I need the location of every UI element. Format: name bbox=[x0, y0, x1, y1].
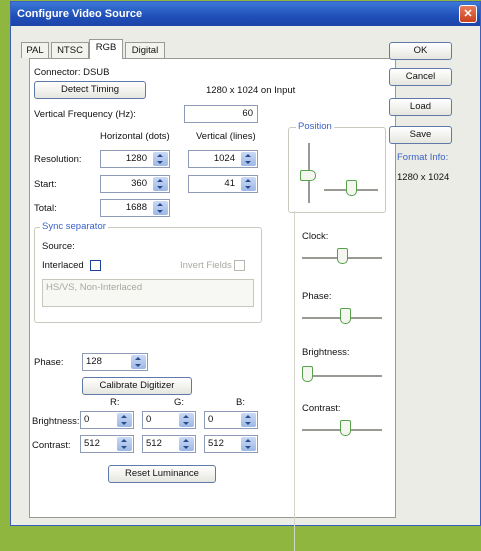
format-info-value: 1280 x 1024 bbox=[397, 172, 450, 183]
spin-arrows-icon[interactable] bbox=[153, 177, 168, 191]
tab-ntsc[interactable]: NTSC bbox=[51, 42, 89, 58]
close-button[interactable]: ✕ bbox=[459, 5, 477, 23]
clock-label: Clock: bbox=[302, 231, 329, 242]
brightness-slider-label: Brightness: bbox=[302, 347, 350, 358]
contrast-r-stepper[interactable]: 512 bbox=[80, 435, 134, 453]
total-label: Total: bbox=[34, 203, 57, 214]
vertical-column-header: Vertical (lines) bbox=[196, 131, 256, 142]
title-bar[interactable]: Configure Video Source bbox=[11, 2, 480, 26]
tab-rgb[interactable]: RGB bbox=[89, 39, 123, 59]
position-legend: Position bbox=[296, 121, 334, 132]
spin-arrows-icon[interactable] bbox=[131, 355, 146, 369]
cancel-button[interactable]: Cancel bbox=[389, 68, 452, 86]
calibrate-digitizer-button[interactable]: Calibrate Digitizer bbox=[82, 377, 192, 395]
brightness-track bbox=[302, 375, 382, 378]
vertical-frequency-label: Vertical Frequency (Hz): bbox=[34, 109, 136, 120]
save-button[interactable]: Save bbox=[389, 126, 452, 144]
position-vertical-slider[interactable] bbox=[300, 169, 316, 181]
tab-digital[interactable]: Digital bbox=[125, 42, 165, 58]
r-column-header: R: bbox=[110, 397, 120, 408]
horizontal-column-header: Horizontal (dots) bbox=[100, 131, 170, 142]
phase-slider-label: Phase: bbox=[302, 291, 332, 302]
column-divider bbox=[294, 211, 295, 551]
resolution-label: Resolution: bbox=[34, 154, 82, 165]
start-label: Start: bbox=[34, 179, 57, 190]
start-horizontal-stepper[interactable]: 360 bbox=[100, 175, 170, 193]
interlaced-checkbox[interactable] bbox=[90, 260, 101, 271]
connector-label: Connector: DSUB bbox=[34, 67, 110, 78]
contrast-b-stepper[interactable]: 512 bbox=[204, 435, 258, 453]
vertical-frequency-input[interactable]: 60 bbox=[184, 105, 258, 123]
window-title: Configure Video Source bbox=[17, 8, 143, 20]
interlaced-label: Interlaced bbox=[42, 260, 84, 271]
dialog-window: Configure Video Source ✕ PAL NTSC RGB Di… bbox=[10, 1, 481, 551]
brightness-b-stepper[interactable]: 0 bbox=[204, 411, 258, 429]
phase-label: Phase: bbox=[34, 357, 64, 368]
ok-button[interactable]: OK bbox=[389, 42, 452, 60]
contrast-slider-label: Contrast: bbox=[302, 403, 341, 414]
spin-arrows-icon[interactable] bbox=[241, 177, 256, 191]
start-vertical-stepper[interactable]: 41 bbox=[188, 175, 258, 193]
spin-arrows-icon[interactable] bbox=[117, 437, 132, 451]
clock-slider[interactable] bbox=[336, 248, 348, 264]
brightness-g-stepper[interactable]: 0 bbox=[142, 411, 196, 429]
format-info-label: Format Info: bbox=[397, 152, 449, 163]
spin-arrows-icon[interactable] bbox=[153, 201, 168, 215]
position-horizontal-slider[interactable] bbox=[345, 180, 357, 196]
spin-arrows-icon[interactable] bbox=[153, 152, 168, 166]
invert-fields-checkbox[interactable] bbox=[234, 260, 245, 271]
b-column-header: B: bbox=[236, 397, 245, 408]
brightness-r-stepper[interactable]: 0 bbox=[80, 411, 134, 429]
phase-stepper[interactable]: 128 bbox=[82, 353, 148, 371]
phase-slider[interactable] bbox=[339, 308, 351, 324]
resolution-horizontal-stepper[interactable]: 1280 bbox=[100, 150, 170, 168]
spin-arrows-icon[interactable] bbox=[241, 152, 256, 166]
resolution-vertical-stepper[interactable]: 1024 bbox=[188, 150, 258, 168]
spin-arrows-icon[interactable] bbox=[179, 413, 194, 427]
invert-fields-label: Invert Fields bbox=[180, 260, 232, 271]
tab-pal[interactable]: PAL bbox=[21, 42, 49, 58]
rgb-tab-panel: Connector: DSUB Detect Timing 1280 x 102… bbox=[29, 58, 396, 551]
sync-source-label: Source: bbox=[42, 241, 75, 252]
contrast-g-stepper[interactable]: 512 bbox=[142, 435, 196, 453]
detected-mode-text: 1280 x 1024 on Input bbox=[206, 85, 296, 96]
spin-arrows-icon[interactable] bbox=[117, 413, 132, 427]
sync-mode-display: HS/VS, Non-Interlaced bbox=[42, 279, 254, 307]
contrast-slider[interactable] bbox=[339, 420, 351, 436]
contrast-label: Contrast: bbox=[32, 440, 71, 451]
sync-separator-legend: Sync separator bbox=[40, 221, 108, 232]
g-column-header: G: bbox=[174, 397, 185, 408]
spin-arrows-icon[interactable] bbox=[241, 437, 256, 451]
brightness-slider[interactable] bbox=[302, 366, 313, 382]
detect-timing-button[interactable]: Detect Timing bbox=[34, 81, 146, 99]
reset-luminance-button[interactable]: Reset Luminance bbox=[108, 465, 216, 483]
spin-arrows-icon[interactable] bbox=[241, 413, 256, 427]
total-horizontal-stepper[interactable]: 1688 bbox=[100, 199, 170, 217]
spin-arrows-icon[interactable] bbox=[179, 437, 194, 451]
brightness-label: Brightness: bbox=[32, 416, 80, 427]
load-button[interactable]: Load bbox=[389, 98, 452, 116]
